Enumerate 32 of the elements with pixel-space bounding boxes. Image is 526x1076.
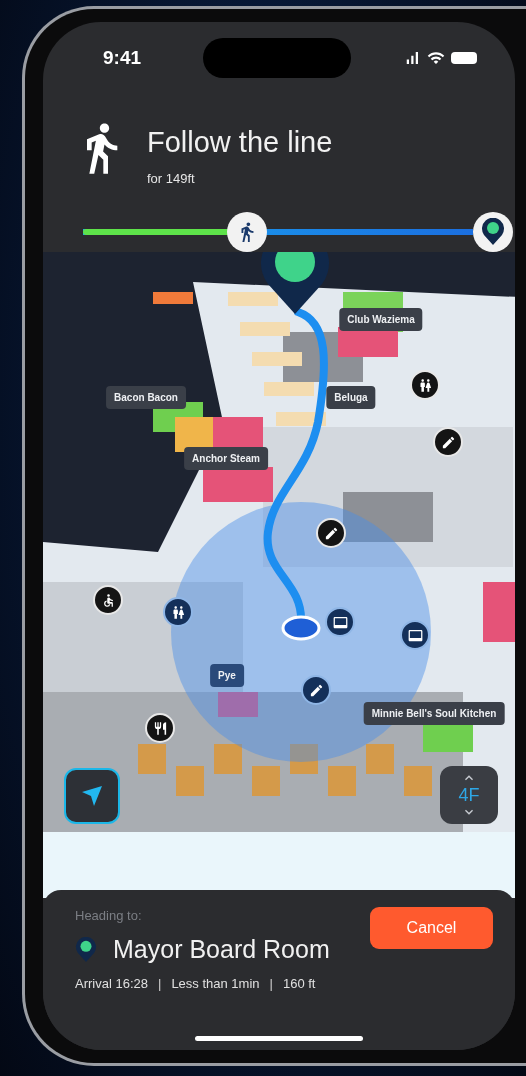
separator: | <box>158 976 162 991</box>
place-label[interactable]: Club Waziema <box>339 308 423 331</box>
place-label[interactable]: Anchor Steam <box>184 447 268 470</box>
trip-detail: Arrival 16:28 <box>75 976 148 991</box>
recenter-button[interactable] <box>64 768 120 824</box>
pencil-icon <box>440 434 456 450</box>
separator: | <box>269 976 273 991</box>
destination-name: Mayor Board Room <box>113 935 330 964</box>
battery-icon <box>451 52 477 64</box>
trip-detail: 160 ft <box>282 976 316 991</box>
place-label[interactable]: Bacon Bacon <box>106 386 186 409</box>
heading-to-label: Heading to: <box>75 908 143 923</box>
instruction-distance: for 149ft <box>147 171 196 186</box>
floor-selector[interactable]: 4F <box>440 766 498 824</box>
panel-icon <box>407 627 423 643</box>
utensils-icon <box>152 720 168 736</box>
pencil-icon <box>308 682 324 698</box>
trip-detail: Less than 1min <box>171 976 260 991</box>
instruction-title: Follow the line <box>147 126 333 159</box>
panel-icon <box>332 614 348 630</box>
place-label[interactable]: Pye <box>210 664 244 687</box>
navigation-arrow-icon <box>80 784 104 808</box>
wifi-icon <box>427 49 445 67</box>
destination-pin <box>261 252 329 314</box>
floor-label: 4F <box>458 786 480 804</box>
destination-marker-icon <box>75 936 97 963</box>
status-time: 9:41 <box>103 47 142 69</box>
user-location-dot <box>281 615 321 641</box>
pencil-icon <box>323 525 339 541</box>
place-label[interactable]: Minnie Bell's Soul Kitchen <box>363 702 505 725</box>
destination-marker-icon <box>481 218 505 246</box>
place-label[interactable]: Beluga <box>326 386 376 409</box>
